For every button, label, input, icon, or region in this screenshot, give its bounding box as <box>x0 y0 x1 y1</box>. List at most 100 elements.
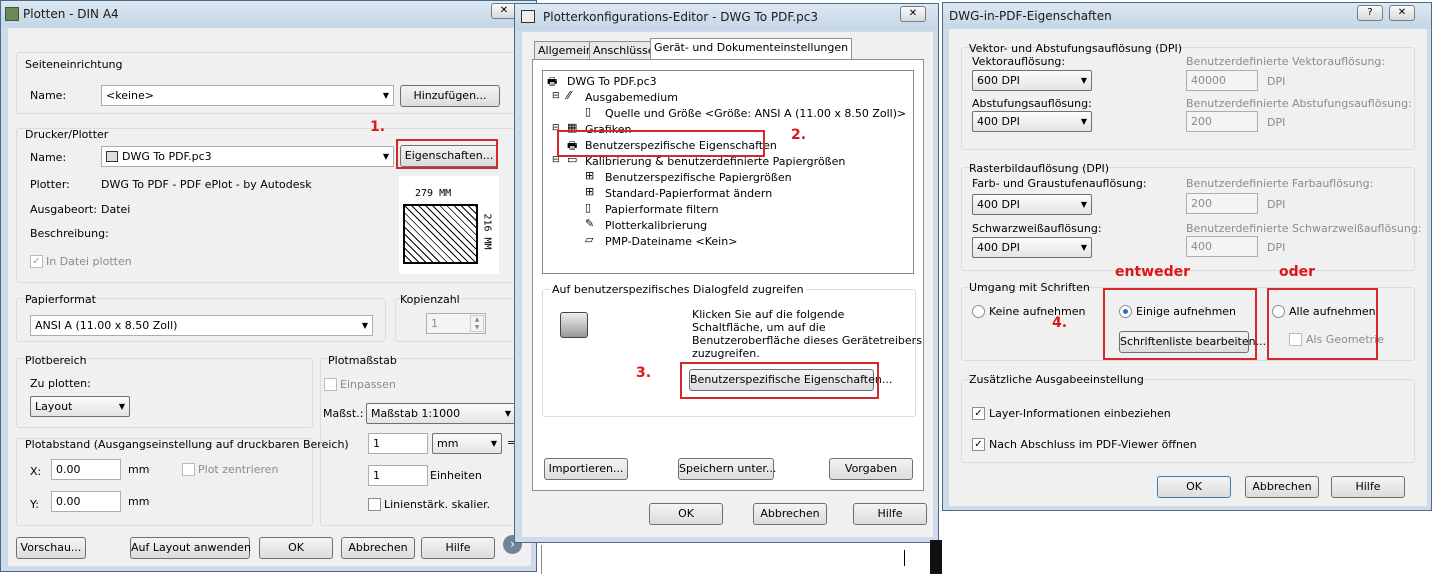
custom-vector-input[interactable]: 40000 <box>1186 70 1258 91</box>
custom-bw-input[interactable]: 400 <box>1186 236 1258 257</box>
import-button[interactable]: Importieren... <box>544 458 628 480</box>
copies-group-label: Kopienzahl <box>400 293 460 306</box>
offset-x-label: X: <box>30 465 42 478</box>
paper-format-select[interactable]: ANSI A (11.00 x 8.50 Zoll) ▼ <box>30 315 373 336</box>
layer-info-checkbox[interactable]: ✓ <box>972 407 985 420</box>
no-fonts-radio[interactable] <box>972 305 985 318</box>
plotter-value: DWG To PDF - PDF ePlot - by Autodesk <box>101 178 312 191</box>
bw-res-label: Schwarzweißauflösung: <box>972 222 1102 235</box>
annotation-step1: 1. <box>370 119 386 135</box>
printer-name-value: DWG To PDF.pc3 <box>122 150 212 163</box>
tree-item-root[interactable]: DWG To PDF.pc3 <box>567 75 657 88</box>
plot-area-group <box>16 358 313 428</box>
custom-gradient-label: Benutzerdefinierte Abstufungsauflösung: <box>1186 97 1412 110</box>
fit-to-paper-checkbox[interactable] <box>324 378 337 391</box>
page-setup-name-select[interactable]: <keine> ▼ <box>101 85 394 106</box>
custom-text-line3: Benutzeroberfläche dieses Gerätetreibers <box>692 334 922 347</box>
pdf-ok-button[interactable]: OK <box>1157 476 1231 498</box>
editor-cancel-button[interactable]: Abbrechen <box>753 503 827 525</box>
gradient-res-select[interactable]: 400 DPI ▼ <box>972 111 1092 132</box>
tree-item-modify-paper[interactable]: Standard-Papierformat ändern <box>605 187 772 200</box>
chevron-down-icon: ▼ <box>1080 200 1087 209</box>
tab-device-settings[interactable]: Gerät- und Dokumenteinstellungen <box>650 38 853 60</box>
bw-res-select[interactable]: 400 DPI ▼ <box>972 237 1092 258</box>
close-icon[interactable]: ✕ <box>1389 5 1415 21</box>
scale-unit-value: mm <box>437 437 459 450</box>
highlight-box-all-fonts <box>1267 288 1378 360</box>
preview-button[interactable]: Vorschau... <box>16 537 86 559</box>
tree-item-filter-paper[interactable]: Papierformate filtern <box>605 203 719 216</box>
chevron-down-icon: ▼ <box>1080 243 1087 252</box>
drawing-area-strip <box>541 545 930 574</box>
custom-color-input[interactable]: 200 <box>1186 193 1258 214</box>
scale-lineweights-checkbox[interactable] <box>368 498 381 511</box>
plotter-config-icon <box>521 10 535 23</box>
tree-item-custom-paper-sizes[interactable]: Benutzerspezifische Papiergrößen <box>605 171 792 184</box>
editor-ok-button[interactable]: OK <box>649 503 723 525</box>
copies-value: 1 <box>431 317 438 330</box>
chevron-down-icon: ▼ <box>118 402 125 411</box>
vector-res-select[interactable]: 600 DPI ▼ <box>972 70 1092 91</box>
custom-bw-label: Benutzerdefinierte Schwarzweißauflösung: <box>1186 222 1422 235</box>
custom-vector-label: Benutzerdefinierte Vektorauflösung: <box>1186 55 1386 68</box>
scale-value2-input[interactable]: 1 <box>368 465 428 486</box>
dpi-unit: DPI <box>1267 75 1286 88</box>
scale-label: Maßst.: <box>323 407 364 420</box>
add-page-setup-button[interactable]: Hinzufügen... <box>400 85 500 107</box>
raster-group-label: Rasterbildauflösung (DPI) <box>969 162 1110 175</box>
custom-gradient-input[interactable]: 200 <box>1186 111 1258 132</box>
dpi-unit: DPI <box>1267 116 1286 129</box>
tree-item-plotter-calibration[interactable]: Plotterkalibrierung <box>605 219 707 232</box>
help-icon[interactable]: ? <box>1357 5 1383 21</box>
gradient-res-value: 400 DPI <box>977 115 1020 128</box>
apply-to-layout-button[interactable]: Auf Layout anwenden <box>130 537 251 559</box>
open-viewer-checkbox[interactable]: ✓ <box>972 438 985 451</box>
save-as-button[interactable]: Speichern unter... <box>678 458 776 480</box>
scale-select[interactable]: Maßstab 1:1000 ▼ <box>366 403 516 424</box>
tree-item-source-size[interactable]: Quelle und Größe <Größe: ANSI A (11.00 x… <box>605 107 906 120</box>
defaults-button[interactable]: Vorgaben <box>829 458 913 480</box>
offset-x-input[interactable]: 0.00 <box>51 459 121 480</box>
printer-name-select[interactable]: DWG To PDF.pc3 ▼ <box>101 146 394 167</box>
paper-format-value: ANSI A (11.00 x 8.50 Zoll) <box>35 319 178 332</box>
what-to-plot-label: Zu plotten: <box>30 377 91 390</box>
plot-cancel-button[interactable]: Abbrechen <box>341 537 415 559</box>
collapse-icon[interactable]: ⊟ <box>552 91 560 101</box>
tree-item-pmp-file[interactable]: PMP-Dateiname <Kein> <box>605 235 737 248</box>
paper-height-dimension: 216 MM <box>481 213 493 250</box>
scale-value1-input[interactable]: 1 <box>368 433 428 454</box>
page-setup-name-label: Name: <box>30 89 67 102</box>
close-icon[interactable]: ✕ <box>900 6 926 22</box>
offset-y-unit: mm <box>128 495 150 508</box>
tab-ports[interactable]: Anschlüsse <box>589 41 659 60</box>
custom-color-label: Benutzerdefinierte Farbauflösung: <box>1186 177 1374 190</box>
editor-titlebar[interactable]: Plotterkonfigurations-Editor - DWG To PD… <box>515 4 938 30</box>
annotation-step3: 3. <box>636 365 652 381</box>
pdf-cancel-button[interactable]: Abbrechen <box>1245 476 1319 498</box>
scale-lineweights-label: Linienstärk. skalier. <box>384 498 491 511</box>
center-plot-checkbox[interactable] <box>182 463 195 476</box>
color-res-select[interactable]: 400 DPI ▼ <box>972 194 1092 215</box>
vector-res-label: Vektorauflösung: <box>972 55 1066 68</box>
chevron-down-icon: ▼ <box>1080 117 1087 126</box>
media-icon: ⁄⁄ <box>567 89 571 102</box>
plot-dialog-titlebar[interactable]: Plotten - DIN A4 <box>1 1 536 27</box>
pdf-help-button[interactable]: Hilfe <box>1331 476 1405 498</box>
plot-ok-button[interactable]: OK <box>259 537 333 559</box>
scale-unit-select[interactable]: mm ▼ <box>432 433 502 454</box>
custom-color-value: 200 <box>1191 197 1212 210</box>
tab-general[interactable]: Allgemein <box>534 41 597 60</box>
plot-dialog: Plotten - DIN A4 ✕ Seiteneinrichtung Nam… <box>0 0 537 572</box>
editor-help-button[interactable]: Hilfe <box>853 503 927 525</box>
no-fonts-label: Keine aufnehmen <box>989 305 1086 318</box>
offset-y-value: 0.00 <box>56 495 81 508</box>
offset-y-input[interactable]: 0.00 <box>51 491 121 512</box>
plot-to-file-checkbox[interactable]: ✓ <box>30 255 43 268</box>
center-plot-label: Plot zentrieren <box>198 463 279 476</box>
plot-help-button[interactable]: Hilfe <box>421 537 495 559</box>
autocad-app-icon <box>5 7 19 21</box>
what-to-plot-select[interactable]: Layout ▼ <box>30 396 130 417</box>
copies-input[interactable]: 1 ▲ ▼ <box>426 313 486 334</box>
editor-title: Plotterkonfigurations-Editor - DWG To PD… <box>543 10 818 24</box>
tree-item-media[interactable]: Ausgabemedium <box>585 91 678 104</box>
